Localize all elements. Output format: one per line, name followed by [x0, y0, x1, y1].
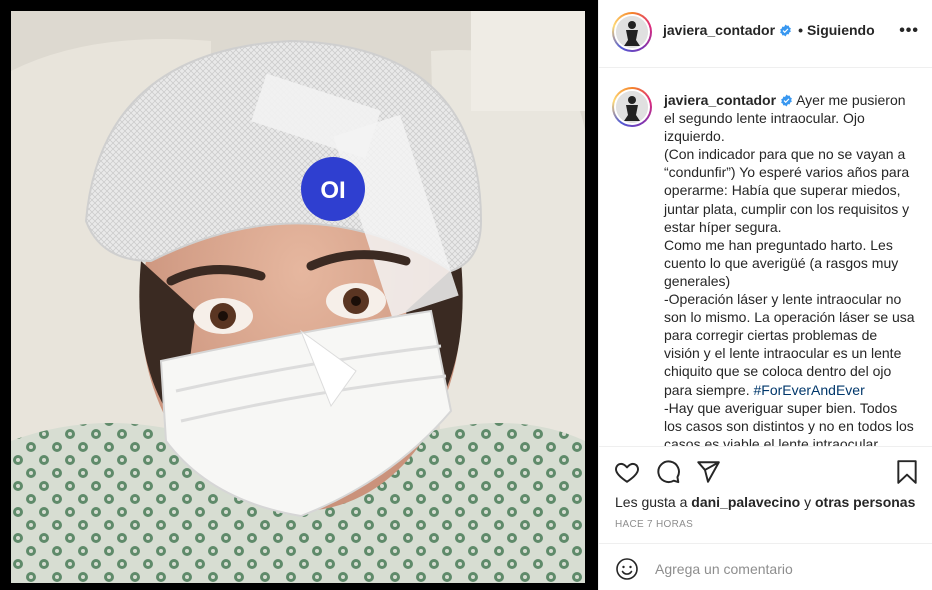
more-options-button[interactable]: ••• — [899, 22, 919, 40]
comment-input[interactable] — [655, 556, 865, 582]
caption-username[interactable]: javiera_contador — [664, 92, 776, 108]
caption-text: javiera_contador Ayer me pusieron el seg… — [664, 91, 916, 446]
caption-paragraph: (Con indicador para que no se vayan a “c… — [664, 146, 910, 235]
bookmark-icon[interactable] — [894, 459, 920, 485]
author-username[interactable]: javiera_contador — [663, 22, 775, 38]
smiley-icon[interactable] — [615, 557, 639, 581]
sticker-text: OI — [320, 177, 345, 204]
send-icon[interactable] — [695, 459, 721, 485]
following-button[interactable]: Siguiendo — [807, 22, 875, 38]
caption-scroll-area[interactable]: javiera_contador Ayer me pusieron el seg… — [599, 68, 932, 446]
add-comment-section — [599, 543, 932, 590]
caption-paragraph: Como me han preguntado harto. Les cuento… — [664, 236, 899, 289]
author-avatar[interactable] — [612, 12, 652, 52]
likes-summary: Les gusta a dani_palavecino y otras pers… — [615, 494, 916, 510]
hashtag-link[interactable]: #ForEverAndEver — [753, 382, 864, 398]
post-timestamp[interactable]: HACE 7 HORAS — [615, 519, 693, 530]
post-media[interactable]: OI — [0, 0, 598, 590]
other-likers-link[interactable]: otras personas — [815, 494, 915, 510]
caption-author-avatar[interactable] — [612, 87, 652, 127]
caption-paragraph: -Hay que averiguar super bien. Todos los… — [664, 399, 914, 446]
post-header: javiera_contador • Siguiendo ••• — [599, 0, 932, 68]
profile-photo-icon — [616, 16, 648, 48]
post-actions: Les gusta a dani_palavecino y otras pers… — [599, 446, 932, 546]
separator-dot: • — [798, 22, 803, 38]
post-side-panel: javiera_contador • Siguiendo ••• javiera… — [598, 0, 932, 590]
heart-icon[interactable] — [614, 459, 640, 485]
post-photo[interactable]: OI — [11, 11, 585, 583]
profile-photo-icon — [616, 91, 648, 123]
comment-icon[interactable] — [655, 459, 681, 485]
verified-badge-icon — [780, 24, 791, 36]
verified-badge-icon — [781, 94, 792, 107]
liker-username[interactable]: dani_palavecino — [691, 494, 800, 510]
